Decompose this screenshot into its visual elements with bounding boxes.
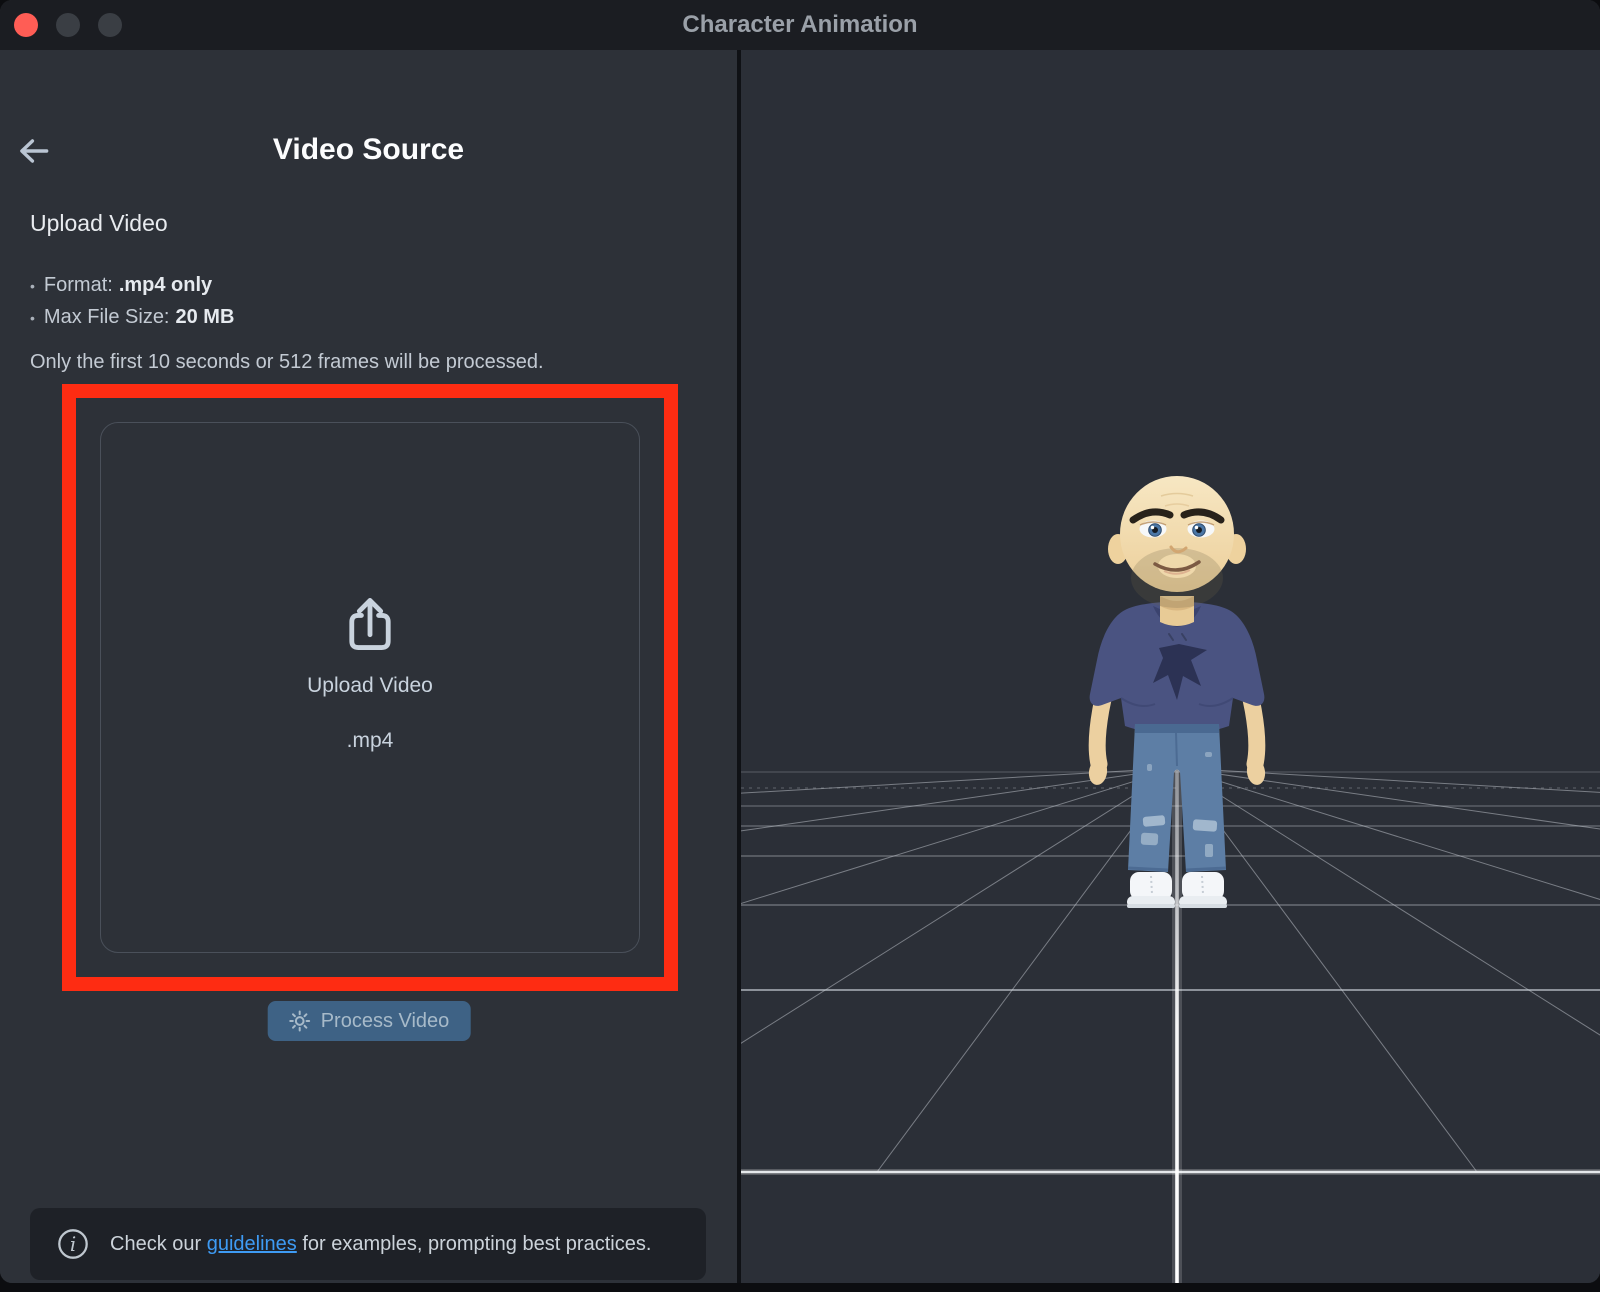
- format-requirement: • Format: .mp4 only: [30, 274, 234, 297]
- upload-section-heading: Upload Video: [30, 210, 168, 237]
- process-video-label: Process Video: [321, 1010, 450, 1033]
- upload-dropzone[interactable]: Upload Video .mp4: [62, 384, 678, 991]
- page-title: Video Source: [0, 133, 737, 167]
- svg-text:i: i: [70, 1233, 76, 1256]
- dropzone-content: Upload Video .mp4: [76, 384, 664, 963]
- bullet-dot: •: [30, 278, 35, 294]
- guidelines-link[interactable]: guidelines: [207, 1233, 297, 1255]
- upload-requirements: • Format: .mp4 only • Max File Size: 20 …: [30, 274, 234, 338]
- dropzone-label: Upload Video: [307, 674, 433, 698]
- video-source-panel: Video Source Upload Video • Format: .mp4…: [0, 50, 737, 1283]
- process-video-button[interactable]: Process Video: [268, 1001, 471, 1041]
- titlebar: Character Animation: [0, 0, 1600, 50]
- window-title: Character Animation: [0, 0, 1600, 50]
- upload-icon: [344, 594, 396, 654]
- guidelines-prefix: Check our: [110, 1233, 207, 1255]
- avatar-head: [1108, 476, 1246, 608]
- guidelines-suffix: for examples, prompting best practices.: [297, 1233, 652, 1255]
- max-size-value: 20 MB: [176, 306, 235, 329]
- viewport-scene: [741, 50, 1600, 1283]
- bullet-dot: •: [30, 310, 35, 326]
- guidelines-text: Check our guidelines for examples, promp…: [110, 1231, 651, 1258]
- format-label: Format:: [44, 274, 113, 297]
- app-window: Character Animation Video Source Upload …: [0, 0, 1600, 1283]
- info-icon: i: [56, 1227, 90, 1261]
- gear-icon: [289, 1010, 311, 1032]
- guidelines-info-box: i Check our guidelines for examples, pro…: [30, 1208, 706, 1280]
- max-size-label: Max File Size:: [44, 306, 170, 329]
- floor-grid: [741, 768, 1600, 1283]
- dropzone-format: .mp4: [347, 729, 394, 753]
- max-size-requirement: • Max File Size: 20 MB: [30, 306, 234, 329]
- format-value: .mp4 only: [119, 274, 212, 297]
- processing-note: Only the first 10 seconds or 512 frames …: [30, 351, 544, 374]
- 3d-viewport[interactable]: [741, 50, 1600, 1283]
